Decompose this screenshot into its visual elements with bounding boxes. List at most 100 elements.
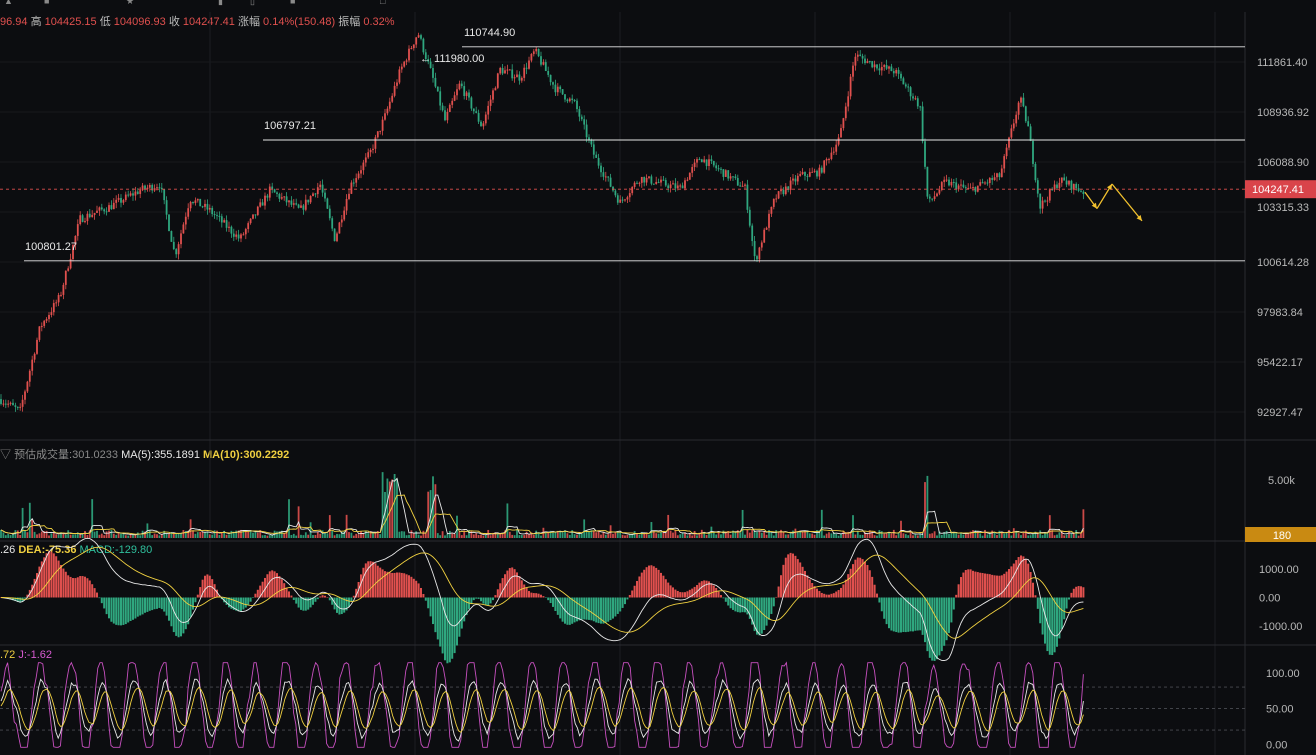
candle (782, 189, 785, 195)
candle (446, 111, 449, 121)
candle (669, 184, 672, 189)
candle (926, 166, 929, 197)
macd-bar (204, 575, 206, 598)
candle (501, 67, 504, 74)
macd-bar (249, 597, 252, 602)
volume-bar (945, 530, 948, 538)
macd-bar (494, 595, 497, 598)
volume-bar (676, 535, 679, 538)
volume-bar (568, 534, 571, 538)
candle (194, 200, 197, 204)
kdj-axis-tick: 100.00 (1266, 668, 1300, 680)
volume-bar (741, 509, 744, 538)
macd-bar (993, 575, 996, 598)
volume-bar (840, 533, 842, 538)
price-axis-tick: 95422.17 (1257, 357, 1303, 369)
candle (705, 159, 708, 166)
volume-bar (1065, 534, 1068, 538)
candle (900, 73, 902, 79)
volume-bar (331, 530, 334, 538)
volume-bar (38, 533, 41, 538)
macd-bar (1070, 592, 1073, 598)
candle (175, 249, 178, 255)
candle (158, 187, 161, 189)
candle (319, 184, 322, 188)
macd-bar (777, 586, 780, 598)
volume-bar (268, 535, 271, 538)
macd-bar (662, 575, 665, 598)
volume-bar (127, 535, 130, 538)
macd-bar (398, 572, 401, 598)
macd-bar (300, 597, 302, 610)
candle (566, 99, 569, 102)
volume-bar (900, 520, 902, 538)
candle (304, 199, 307, 210)
candle (952, 181, 955, 183)
macd-bar (1080, 586, 1082, 598)
candle (31, 359, 34, 371)
candle (60, 294, 62, 296)
candle (96, 210, 98, 213)
macd-bar (991, 574, 994, 598)
candle (888, 66, 890, 69)
volume-bar (672, 532, 674, 538)
candle (302, 205, 305, 210)
volume-bar (312, 535, 314, 538)
candle (1063, 177, 1066, 181)
candle (583, 119, 586, 125)
macd-bar (76, 577, 79, 598)
candle (696, 159, 698, 163)
candle (508, 69, 511, 71)
volume-bar (276, 531, 278, 538)
macd-bar (1029, 572, 1032, 598)
candle (679, 185, 682, 187)
chart-canvas[interactable]: 110744.90 106797.21 100801.27 ← 111980.00 10… (0, 0, 1316, 755)
candle (372, 148, 374, 151)
candle (768, 213, 770, 228)
candle (715, 165, 718, 169)
candle (955, 182, 958, 190)
candle (201, 206, 204, 208)
candle (585, 124, 588, 138)
candle (890, 66, 893, 72)
candle (561, 89, 564, 95)
volume-bar (760, 532, 763, 538)
candle (112, 202, 115, 210)
macd-histogram (0, 551, 1085, 664)
volume-bar (264, 535, 266, 538)
macd-bar (648, 565, 650, 598)
volume-bar (372, 533, 374, 538)
macd-bar (429, 597, 432, 617)
volume-bar (830, 533, 833, 538)
macd-bar (780, 575, 782, 598)
macd-bar (93, 588, 96, 598)
volume-bar (422, 530, 425, 538)
volume-bar (573, 534, 576, 538)
volume-bar (811, 533, 814, 538)
macd-bar (816, 588, 818, 598)
macd-bar (720, 595, 722, 598)
candle (1017, 102, 1020, 115)
macd-bar (607, 597, 610, 622)
candle (612, 186, 614, 191)
macd-bar (758, 597, 761, 636)
candle (168, 214, 170, 232)
candle (19, 406, 22, 408)
volume-bar (528, 534, 530, 538)
macd-bar (806, 575, 809, 598)
volume-bar (1082, 509, 1085, 538)
macd-bar (386, 571, 389, 598)
candle (748, 209, 751, 226)
macd-bar (544, 597, 547, 598)
candle (945, 179, 948, 181)
volume-bar (705, 535, 708, 538)
volume-bar (513, 535, 516, 538)
volume-bar (720, 534, 722, 538)
volume-bar (506, 503, 509, 538)
macd-bar (789, 552, 792, 598)
candle (909, 87, 912, 97)
candle (535, 48, 538, 52)
candle (86, 213, 89, 222)
macd-bar (936, 597, 938, 660)
candle (604, 176, 607, 178)
